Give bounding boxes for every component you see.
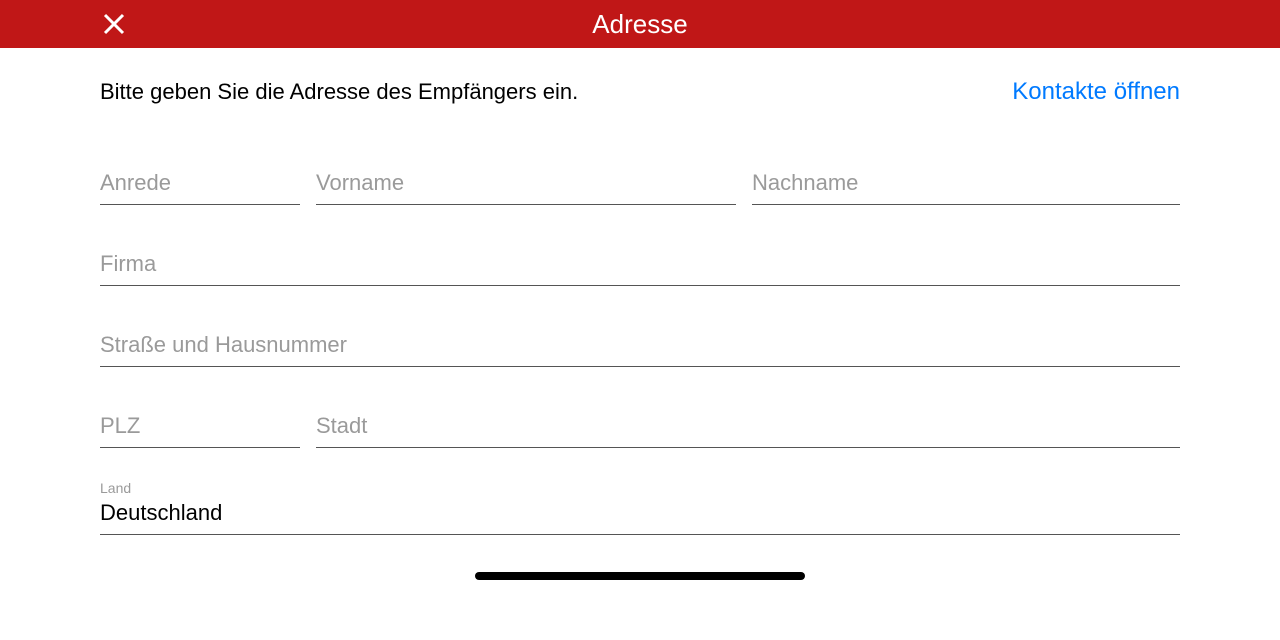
company-input[interactable] [100,245,1180,286]
home-indicator[interactable] [475,572,805,580]
header-bar: Adresse [0,0,1280,48]
instruction-text: Bitte geben Sie die Adresse des Empfänge… [100,79,578,105]
country-input[interactable] [100,494,1180,535]
address-form: Land [100,114,1180,535]
open-contacts-link[interactable]: Kontakte öffnen [1012,78,1180,106]
page-title: Adresse [592,9,687,40]
salutation-input[interactable] [100,164,300,205]
city-input[interactable] [316,407,1180,448]
street-input[interactable] [100,326,1180,367]
firstname-input[interactable] [316,164,736,205]
lastname-input[interactable] [752,164,1180,205]
close-button[interactable] [100,10,128,38]
close-icon [102,12,126,36]
postal-code-input[interactable] [100,407,300,448]
